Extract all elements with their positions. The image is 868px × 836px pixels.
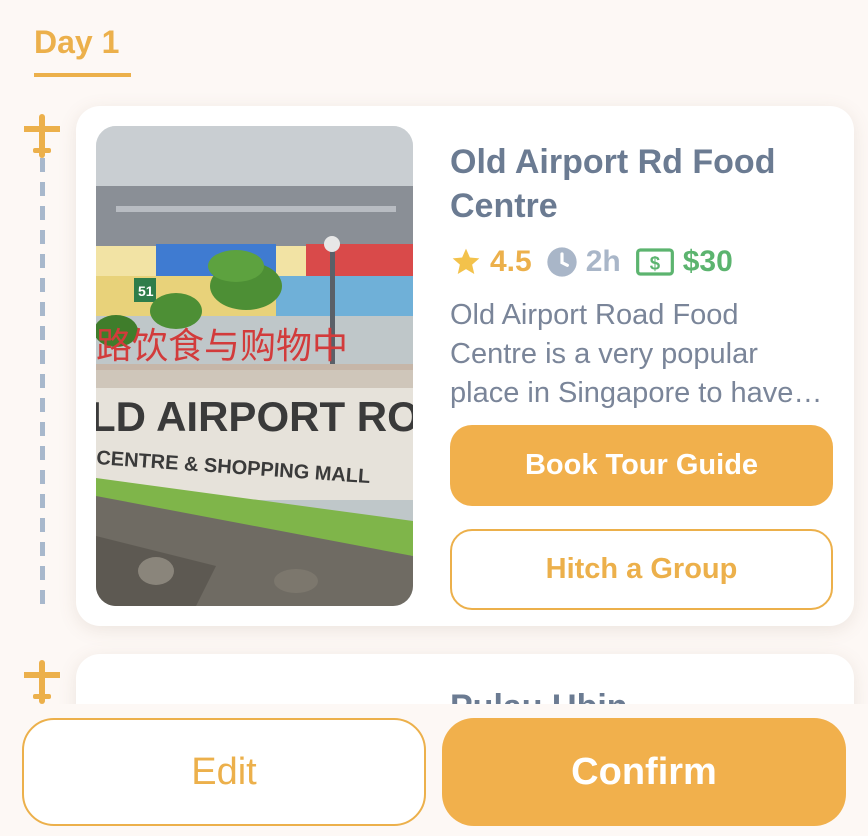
airplane-icon: [22, 112, 62, 160]
place-meta: 4.5 2h $ $30: [450, 242, 747, 282]
clock-icon: [547, 247, 577, 277]
place-photo: 51 路饮食与购物中 LD AIRPORT ROAD CENTRE & SHOP…: [96, 126, 413, 606]
photo-chinese-sign: 路饮食与购物中: [96, 326, 348, 367]
itinerary-screen: Day 1 51 路饮食与购物中 LD AIRPORT RO CENTRE & …: [0, 0, 868, 836]
duration: 2h: [546, 245, 621, 279]
place-title: Old Airport Rd Food Centre: [450, 143, 776, 225]
price-value: $30: [682, 245, 733, 278]
photo-sign-line1: LD AIRPORT ROAD: [96, 393, 413, 440]
rating: 4.5: [450, 245, 532, 279]
timeline-line: [40, 158, 45, 614]
confirm-button[interactable]: Confirm: [442, 718, 846, 826]
price: $ $30: [635, 245, 733, 279]
tab-day-1[interactable]: Day 1: [34, 24, 131, 77]
block-number: 51: [138, 283, 154, 299]
dollar-bill-icon: $: [635, 248, 674, 276]
place-description: Old Airport Road Food Centre is a very p…: [450, 299, 794, 409]
hitch-a-group-button[interactable]: Hitch a Group: [450, 529, 833, 610]
itinerary-card[interactable]: 51 路饮食与购物中 LD AIRPORT ROAD CENTRE & SHOP…: [76, 106, 854, 626]
duration-value: 2h: [585, 245, 621, 278]
star-icon: [452, 248, 480, 274]
rating-value: 4.5: [490, 245, 532, 278]
edit-button[interactable]: Edit: [22, 718, 426, 826]
airplane-icon: [22, 658, 62, 706]
bottom-action-bar: Edit Confirm: [0, 704, 868, 836]
book-tour-guide-button[interactable]: Book Tour Guide: [450, 425, 833, 506]
svg-text:$: $: [650, 252, 661, 273]
